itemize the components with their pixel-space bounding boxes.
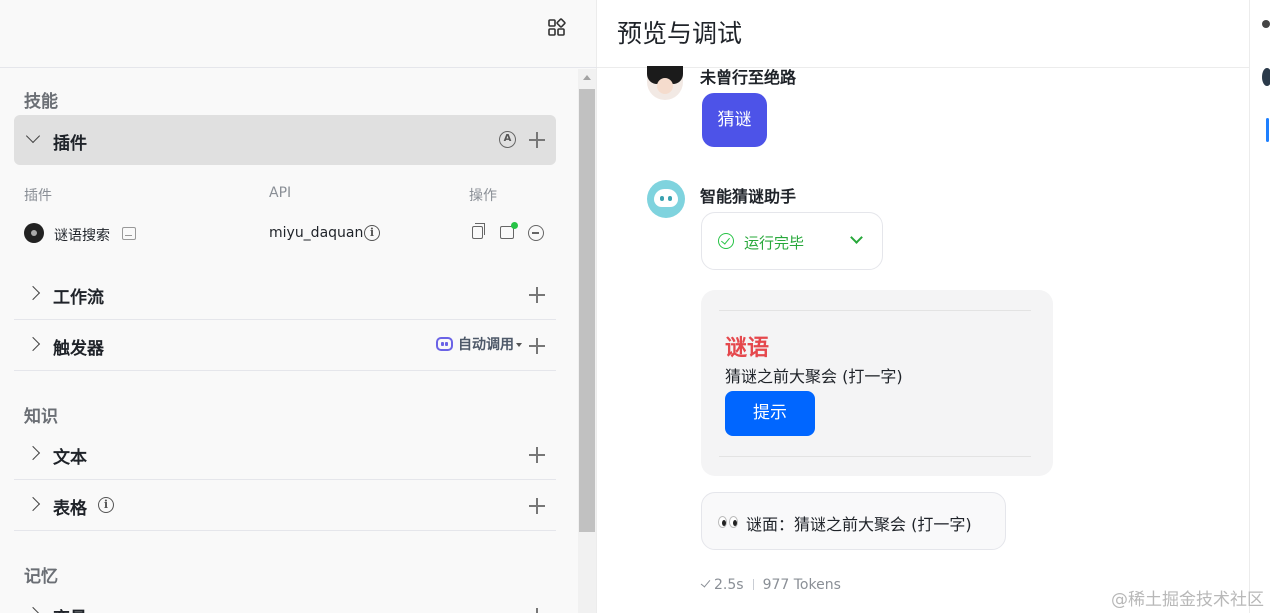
check-circle-icon [718, 233, 734, 249]
auto-a-icon[interactable]: A [499, 131, 516, 148]
response-meta: 2.5s 977 Tokens [700, 577, 841, 593]
bot-name: 智能猜谜助手 [700, 187, 797, 206]
info-icon[interactable]: i [98, 497, 114, 513]
token-count: 977 Tokens [762, 577, 841, 593]
riddle-title: 谜语 [725, 336, 770, 361]
workflow-section-header[interactable]: 工作流 [14, 270, 556, 320]
chevron-right-icon [25, 445, 41, 461]
col-head-plugin: 插件 [24, 188, 52, 204]
plugin-name: 谜语搜索 [54, 228, 110, 244]
robot-icon [436, 337, 453, 351]
left-toolbar [0, 0, 597, 68]
hint-button[interactable]: 提示 [725, 391, 815, 436]
active-indicator-bar [1266, 118, 1269, 142]
variable-label: 变量 [53, 604, 87, 613]
chevron-right-icon [25, 496, 41, 512]
plugin-section-label: 插件 [53, 134, 87, 154]
text-section-header[interactable]: 文本 [14, 430, 556, 480]
add-text-button[interactable] [529, 447, 545, 463]
user-name: 未曾行至绝路 [700, 68, 797, 87]
copy-icon[interactable] [472, 223, 485, 239]
info-icon[interactable]: i [364, 225, 380, 241]
run-status-card[interactable]: 运行完毕 [701, 212, 883, 270]
auto-call-dropdown[interactable]: 自动调用 [436, 334, 522, 354]
chevron-down-icon [25, 128, 41, 144]
preview-header: 预览与调试 [597, 0, 1249, 68]
add-workflow-button[interactable] [529, 287, 545, 303]
add-variable-button[interactable] [529, 608, 545, 613]
image-settings-icon[interactable] [500, 222, 518, 239]
auto-call-label: 自动调用 [458, 337, 514, 353]
chevron-right-icon [25, 285, 41, 301]
riddle-face-message: 谜面：猜谜之前大聚会 (打一字) [701, 492, 1006, 550]
plugin-avatar [24, 223, 44, 243]
preview-title: 预览与调试 [617, 19, 743, 48]
eyes-emoji-icon [718, 516, 740, 529]
store-icon[interactable] [122, 227, 136, 240]
chevron-right-icon [25, 606, 41, 613]
watermark: @稀土掘金技术社区 [1111, 590, 1264, 610]
user-message-bubble: 猜谜 [702, 93, 767, 147]
knowledge-section-title: 知识 [24, 407, 58, 427]
divider [719, 456, 1031, 457]
col-head-ops: 操作 [469, 188, 497, 204]
plugin-list-item: 谜语搜索 miyu_daquan i [0, 219, 576, 249]
active-dot-icon [511, 222, 518, 229]
user-avatar [647, 66, 683, 100]
scrollbar-thumb[interactable] [579, 89, 595, 532]
divider [719, 310, 1031, 311]
table-section-header[interactable]: 表格 i [14, 481, 556, 531]
variable-section-header[interactable]: 变量 [14, 591, 556, 613]
remove-plugin-icon[interactable] [528, 225, 544, 241]
bot-avatar [647, 180, 685, 218]
chevron-down-icon[interactable] [850, 231, 863, 244]
plugin-section-header[interactable]: 插件 A [14, 115, 556, 165]
left-scrollbar[interactable] [578, 69, 596, 613]
avatar-icon[interactable] [1262, 68, 1270, 86]
text-label: 文本 [53, 448, 87, 468]
run-status-text: 运行完毕 [744, 234, 805, 252]
right-edge-strip [1249, 0, 1270, 613]
preview-panel: 预览与调试 未曾行至绝路 猜谜 智能猜谜助手 运行完毕 谜语 猜谜之前大聚会 (… [597, 0, 1249, 613]
check-icon [700, 577, 711, 588]
apps-grid-icon[interactable] [547, 17, 567, 37]
left-config-panel: 技能 插件 A 插件 API 操作 谜语搜索 miyu_daquan i 工作流 [0, 0, 597, 613]
riddle-face-text: 谜面：猜谜之前大聚会 (打一字) [746, 515, 972, 534]
workflow-label: 工作流 [53, 288, 104, 308]
skills-section-title: 技能 [24, 92, 58, 112]
riddle-text: 猜谜之前大聚会 (打一字) [725, 367, 903, 386]
table-label: 表格 [53, 499, 87, 519]
caret-down-icon [516, 343, 522, 347]
riddle-card: 谜语 猜谜之前大聚会 (打一字) 提示 [701, 290, 1053, 476]
add-plugin-button[interactable] [529, 132, 545, 148]
indicator-icon [1262, 20, 1270, 28]
add-table-button[interactable] [529, 498, 545, 514]
scroll-up-arrow-icon[interactable] [583, 75, 591, 80]
plugin-api-name: miyu_daquan [269, 225, 364, 241]
left-scroll-area: 技能 插件 A 插件 API 操作 谜语搜索 miyu_daquan i 工作流 [0, 69, 576, 613]
trigger-label: 触发器 [53, 339, 104, 359]
add-trigger-button[interactable] [529, 338, 545, 354]
response-time: 2.5s [714, 577, 744, 593]
col-head-api: API [269, 185, 292, 201]
memory-section-title: 记忆 [24, 567, 58, 587]
chevron-right-icon [25, 336, 41, 352]
